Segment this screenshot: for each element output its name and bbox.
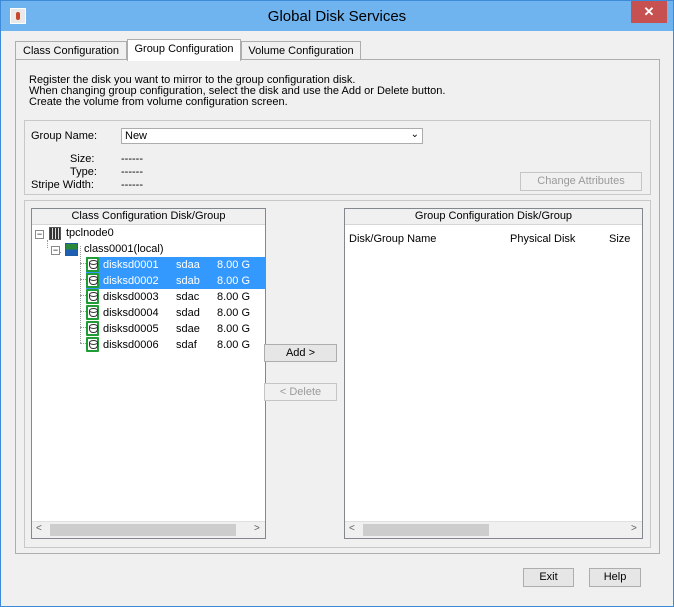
instructions: Register the disk you want to mirror to … bbox=[29, 75, 445, 108]
disk-device: sdaf bbox=[176, 339, 197, 351]
type-value: ------ bbox=[121, 166, 143, 178]
disk-name: disksd0005 bbox=[103, 323, 159, 335]
disk-name: disksd0002 bbox=[103, 275, 159, 287]
disk-size: 8.00 G bbox=[217, 323, 251, 335]
group-list-scrollbar[interactable]: < > bbox=[345, 521, 642, 538]
column-header-size[interactable]: Size bbox=[609, 231, 630, 247]
scroll-right-icon[interactable]: > bbox=[631, 523, 637, 534]
column-header-physical-disk[interactable]: Physical Disk bbox=[510, 231, 575, 247]
tab-group-configuration[interactable]: Group Configuration bbox=[127, 39, 241, 61]
add-button[interactable]: Add > bbox=[264, 344, 337, 362]
disk-row[interactable]: disksd0006 sdaf 8.00 G bbox=[86, 337, 265, 353]
server-node-icon bbox=[49, 227, 61, 240]
disk-name: disksd0006 bbox=[103, 339, 159, 351]
class-configuration-tree[interactable]: Class Configuration Disk/Group − tpclnod… bbox=[31, 208, 266, 539]
change-attributes-button[interactable]: Change Attributes bbox=[520, 172, 642, 191]
chevron-down-icon: ⌄ bbox=[410, 129, 419, 140]
disk-icon bbox=[86, 289, 99, 304]
close-icon[interactable]: ✕ bbox=[631, 1, 667, 23]
title-bar: Global Disk Services ✕ bbox=[1, 1, 673, 31]
stripe-width-label: Stripe Width: bbox=[31, 179, 94, 191]
disk-name: disksd0003 bbox=[103, 291, 159, 303]
stripe-width-value: ------ bbox=[121, 179, 143, 191]
scroll-thumb[interactable] bbox=[50, 524, 236, 536]
tree-line bbox=[47, 240, 48, 248]
group-name-select[interactable]: New ⌄ bbox=[121, 128, 423, 144]
type-label: Type: bbox=[70, 166, 97, 178]
disk-name: disksd0004 bbox=[103, 307, 159, 319]
collapse-class-icon[interactable]: − bbox=[51, 246, 60, 255]
size-label: Size: bbox=[70, 153, 95, 165]
disk-device: sdad bbox=[176, 307, 200, 319]
scroll-right-icon[interactable]: > bbox=[254, 523, 260, 534]
disk-name: disksd0001 bbox=[103, 259, 159, 271]
group-list-header: Group Configuration Disk/Group bbox=[345, 209, 642, 225]
scroll-left-icon[interactable]: < bbox=[349, 523, 355, 534]
group-attributes-box: Group Name: New ⌄ Size: ------ Type: ---… bbox=[24, 120, 651, 195]
disk-icon bbox=[86, 257, 99, 272]
class-tree-header: Class Configuration Disk/Group bbox=[32, 209, 265, 225]
scroll-thumb[interactable] bbox=[363, 524, 489, 536]
disk-device: sdac bbox=[176, 291, 200, 303]
main-window: Global Disk Services ✕ Class Configurati… bbox=[0, 0, 674, 607]
disk-size: 8.00 G bbox=[217, 275, 251, 287]
disk-icon bbox=[86, 337, 99, 352]
exit-button[interactable]: Exit bbox=[523, 568, 574, 587]
disk-icon bbox=[86, 321, 99, 336]
group-name-value: New bbox=[125, 130, 148, 142]
size-value: ------ bbox=[121, 153, 143, 165]
disk-row[interactable]: disksd0005 sdae 8.00 G bbox=[86, 321, 265, 337]
disk-lists-box: Class Configuration Disk/Group − tpclnod… bbox=[24, 200, 651, 548]
scroll-left-icon[interactable]: < bbox=[36, 523, 42, 534]
disk-row[interactable]: disksd0001 sdaa 8.00 G bbox=[86, 257, 265, 273]
disk-row[interactable]: disksd0002 sdab 8.00 G bbox=[86, 273, 265, 289]
disk-size: 8.00 G bbox=[217, 307, 251, 319]
help-button[interactable]: Help bbox=[589, 568, 641, 587]
disk-row[interactable]: disksd0004 sdad 8.00 G bbox=[86, 305, 265, 321]
disk-device: sdab bbox=[176, 275, 200, 287]
tree-node-row[interactable]: tpclnode0 bbox=[66, 225, 114, 241]
class-tree-scrollbar[interactable]: < > bbox=[32, 521, 265, 538]
disk-device: sdaa bbox=[176, 259, 200, 271]
disk-size: 8.00 G bbox=[217, 291, 251, 303]
tab-volume-configuration[interactable]: Volume Configuration bbox=[241, 41, 361, 61]
disk-device: sdae bbox=[176, 323, 200, 335]
disk-icon bbox=[86, 273, 99, 288]
tab-panel: Register the disk you want to mirror to … bbox=[15, 59, 660, 554]
instruction-line: Create the volume from volume configurat… bbox=[29, 96, 288, 108]
collapse-node-icon[interactable]: − bbox=[35, 230, 44, 239]
column-header-disk-group-name[interactable]: Disk/Group Name bbox=[349, 231, 436, 247]
disk-class-icon bbox=[65, 243, 78, 256]
group-name-label: Group Name: bbox=[31, 130, 98, 142]
window-title: Global Disk Services bbox=[267, 8, 407, 25]
disk-size: 8.00 G bbox=[217, 339, 251, 351]
group-configuration-list[interactable]: Group Configuration Disk/Group Disk/Grou… bbox=[344, 208, 643, 539]
disk-icon bbox=[86, 305, 99, 320]
disk-row[interactable]: disksd0003 sdac 8.00 G bbox=[86, 289, 265, 305]
tab-class-configuration[interactable]: Class Configuration bbox=[15, 41, 127, 61]
disk-size: 8.00 G bbox=[217, 259, 251, 271]
delete-button[interactable]: < Delete bbox=[264, 383, 337, 401]
tree-class-row[interactable]: class0001(local) bbox=[84, 241, 163, 257]
